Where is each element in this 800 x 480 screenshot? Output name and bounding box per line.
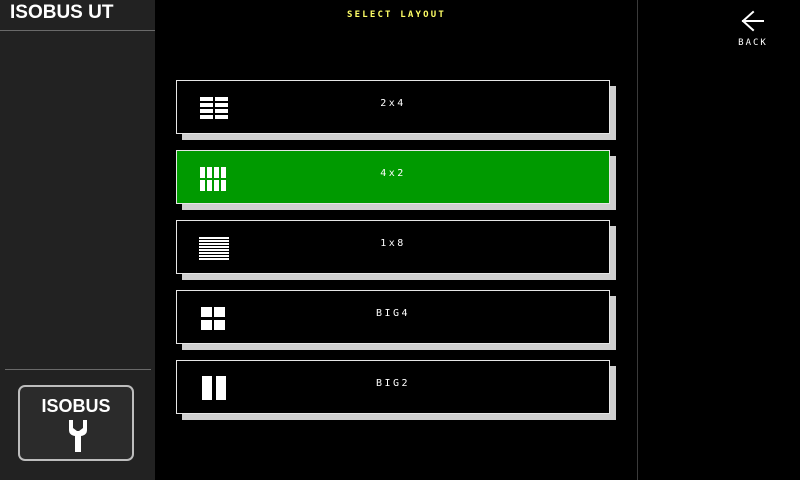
sidebar: ISOBUS UT ISOBUS: [0, 0, 155, 480]
sidebar-divider-bottom: [5, 369, 151, 370]
layout-option-label: 4x2: [380, 168, 406, 179]
layout-option-big2[interactable]: BIG2: [176, 360, 610, 414]
layout-option-2x4[interactable]: 2x4: [176, 80, 610, 134]
isobus-button-label: ISOBUS: [41, 396, 111, 416]
layout-option-1x8[interactable]: 1x8: [176, 220, 610, 274]
page-title: SELECT LAYOUT: [346, 10, 447, 20]
isobus-button[interactable]: ISOBUS: [18, 385, 134, 461]
right-panel-divider: [637, 0, 638, 480]
back-label: BACK: [738, 38, 768, 48]
wrench-icon: [69, 420, 87, 452]
back-button[interactable]: BACK: [722, 8, 784, 52]
layout-option-label: 1x8: [380, 238, 406, 249]
layout-option-label: BIG4: [375, 308, 411, 319]
layout-option-big4[interactable]: BIG4: [176, 290, 610, 344]
sidebar-divider-top: [0, 30, 155, 31]
arrow-left-icon: [741, 10, 764, 32]
layout-option-4x2[interactable]: 4x2: [176, 150, 610, 204]
app-title: ISOBUS UT: [10, 2, 114, 23]
layout-option-label: 2x4: [380, 98, 406, 109]
screen: ISOBUS UT ISOBUS SELECT LAYOUT BACK 2x4: [0, 0, 800, 480]
layout-option-label: BIG2: [375, 378, 411, 389]
